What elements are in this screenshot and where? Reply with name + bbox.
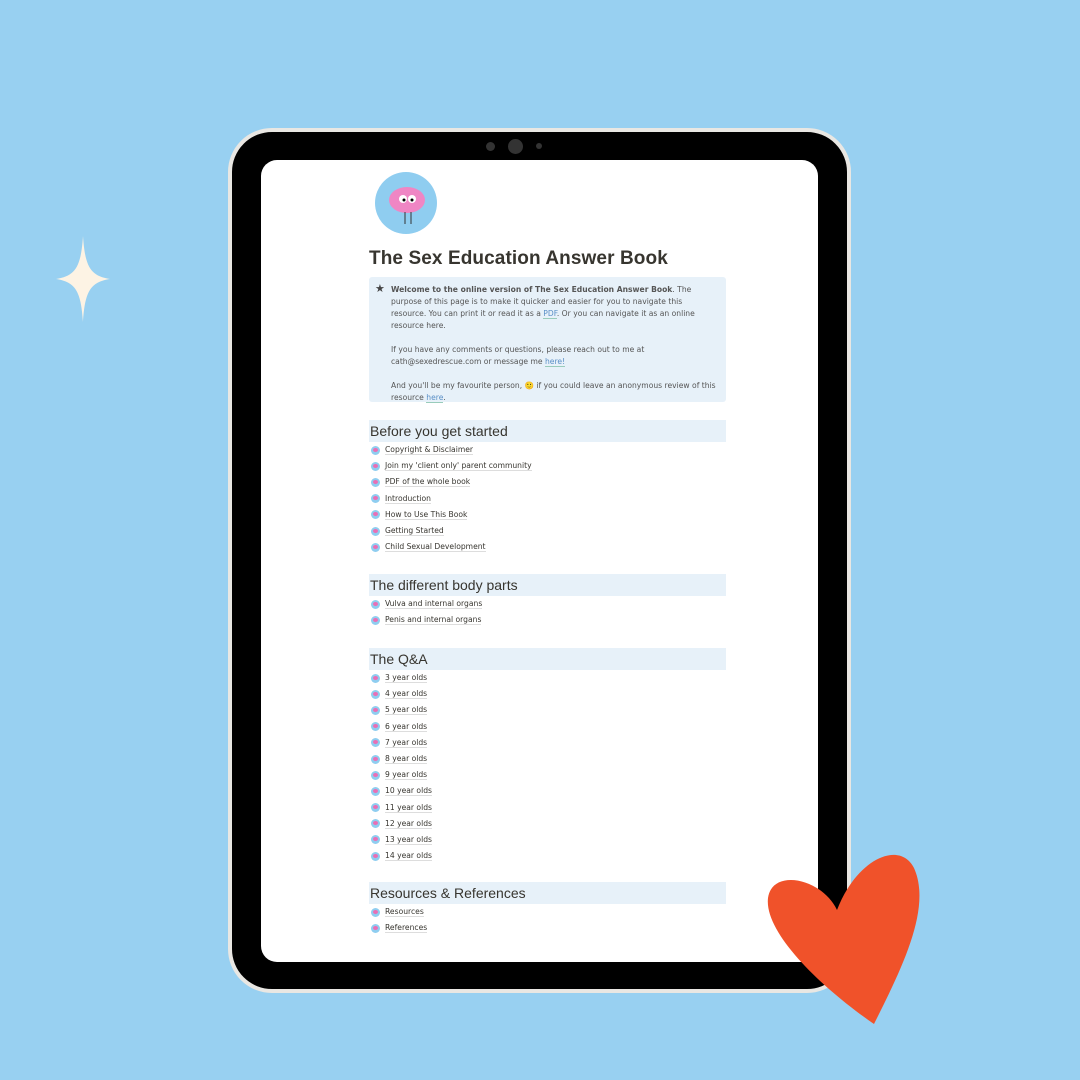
message-link[interactable]: here! <box>544 357 566 367</box>
brain-page-icon <box>371 835 380 845</box>
page-link-item[interactable]: Vulva and internal organs <box>369 596 726 612</box>
page-link-item[interactable]: 14 year olds <box>369 848 726 864</box>
brain-page-icon <box>371 907 380 917</box>
page-link-item[interactable]: 7 year olds <box>369 735 726 751</box>
camera-icon <box>508 139 523 154</box>
page-link-item[interactable]: 4 year olds <box>369 686 726 702</box>
section: The different body parts Vulva and intern… <box>369 574 726 628</box>
sensor-dot <box>536 143 542 149</box>
brain-page-icon <box>371 689 380 699</box>
welcome-callout: ★ Welcome to the online version of The S… <box>369 277 726 403</box>
page-link-label: 3 year olds <box>385 673 428 684</box>
page-link-item[interactable]: 6 year olds <box>369 719 726 735</box>
page-link-item[interactable]: Copyright & Disclaimer <box>369 442 726 458</box>
page-link-item[interactable]: 3 year olds <box>369 670 726 686</box>
page-link-item[interactable]: References <box>369 920 726 936</box>
brain-page-icon <box>371 770 380 780</box>
page-link-item[interactable]: Child Sexual Development <box>369 539 726 555</box>
brain-page-icon <box>371 673 380 683</box>
page-link-item[interactable]: PDF of the whole book <box>369 474 726 490</box>
page-link-label: References <box>385 923 428 934</box>
page-title: The Sex Education Answer Book <box>369 248 668 269</box>
page-icon-brain-logo <box>375 172 437 234</box>
pdf-link[interactable]: PDF <box>543 309 557 319</box>
page-link-item[interactable]: 12 year olds <box>369 816 726 832</box>
page-link-item[interactable]: 10 year olds <box>369 783 726 799</box>
smile-emoji-icon: 🙂 <box>524 381 535 390</box>
page-link-item[interactable]: Introduction <box>369 491 726 507</box>
page-link-label: Copyright & Disclaimer <box>385 445 474 456</box>
text: . <box>443 393 446 402</box>
brain-page-icon <box>371 461 380 471</box>
brain-page-icon <box>371 803 380 813</box>
page-link-label: 12 year olds <box>385 818 432 829</box>
page-link-item[interactable]: Penis and internal organs <box>369 612 726 628</box>
page-link-label: 6 year olds <box>385 721 428 732</box>
page-link-label: 10 year olds <box>385 786 432 797</box>
page-link-item[interactable]: Resources <box>369 904 726 920</box>
brain-page-icon <box>371 526 380 536</box>
page-link-label: Join my 'client only' parent community <box>385 461 532 472</box>
heart-icon <box>767 854 920 1024</box>
brain-page-icon <box>371 738 380 748</box>
section-heading: The Q&A <box>369 648 726 670</box>
page-link-label: How to Use This Book <box>385 509 468 520</box>
section-heading: Before you get started <box>369 420 726 442</box>
review-link[interactable]: here <box>426 393 444 403</box>
section-heading: The different body parts <box>369 574 726 596</box>
page-link-label: 7 year olds <box>385 737 428 748</box>
page-link-label: Getting Started <box>385 526 444 537</box>
section: The Q&A 3 year olds 4 year olds 5 year olds… <box>369 648 726 864</box>
brain-page-icon <box>371 494 380 504</box>
page-link-item[interactable]: 9 year olds <box>369 767 726 783</box>
page-link-label: 14 year olds <box>385 851 432 862</box>
sparkle-icon <box>56 236 110 322</box>
section: Resources & References Resources Reference… <box>369 882 726 936</box>
brain-page-icon <box>371 705 380 715</box>
brain-page-icon <box>371 542 380 552</box>
page-link-label: 11 year olds <box>385 802 432 813</box>
screen: The Sex Education Answer Book ★ Welcome … <box>261 160 818 962</box>
text: If you have any comments or questions, p… <box>391 345 645 366</box>
brain-page-icon <box>371 599 380 609</box>
brain-page-icon <box>371 923 380 933</box>
page-link-label: Vulva and internal organs <box>385 599 483 610</box>
brain-page-icon <box>371 510 380 520</box>
brain-page-icon <box>371 851 380 861</box>
section: Before you get started Copyright & Discla… <box>369 420 726 555</box>
page-link-label: 5 year olds <box>385 705 428 716</box>
page-link-label: 8 year olds <box>385 754 428 765</box>
page-link-label: Resources <box>385 907 424 918</box>
page-link-item[interactable]: 13 year olds <box>369 832 726 848</box>
page-link-label: PDF of the whole book <box>385 477 471 488</box>
page-link-item[interactable]: 11 year olds <box>369 800 726 816</box>
page-link-label: Introduction <box>385 493 431 504</box>
brain-page-icon <box>371 722 380 732</box>
brain-page-icon <box>371 819 380 829</box>
brain-page-icon <box>371 615 380 625</box>
section-heading: Resources & References <box>369 882 726 904</box>
page-link-item[interactable]: How to Use This Book <box>369 507 726 523</box>
welcome-text: Welcome to the online version of The Sex… <box>391 285 673 294</box>
page-link-item[interactable]: 8 year olds <box>369 751 726 767</box>
star-icon: ★ <box>375 282 385 295</box>
brain-page-icon <box>371 754 380 764</box>
page-link-item[interactable]: Getting Started <box>369 523 726 539</box>
page-link-item[interactable]: Join my 'client only' parent community <box>369 458 726 474</box>
page-link-item[interactable]: 5 year olds <box>369 702 726 718</box>
page-link-label: 9 year olds <box>385 770 428 781</box>
brain-page-icon <box>371 477 380 487</box>
page-link-label: 4 year olds <box>385 689 428 700</box>
sensor-dot <box>486 142 495 151</box>
brain-page-icon <box>371 445 380 455</box>
page-link-label: Child Sexual Development <box>385 542 486 553</box>
tablet-frame: The Sex Education Answer Book ★ Welcome … <box>228 128 851 993</box>
text: And you'll be my favourite person, <box>391 381 525 390</box>
brain-page-icon <box>371 786 380 796</box>
page-link-label: 13 year olds <box>385 834 432 845</box>
page-link-label: Penis and internal organs <box>385 615 482 626</box>
